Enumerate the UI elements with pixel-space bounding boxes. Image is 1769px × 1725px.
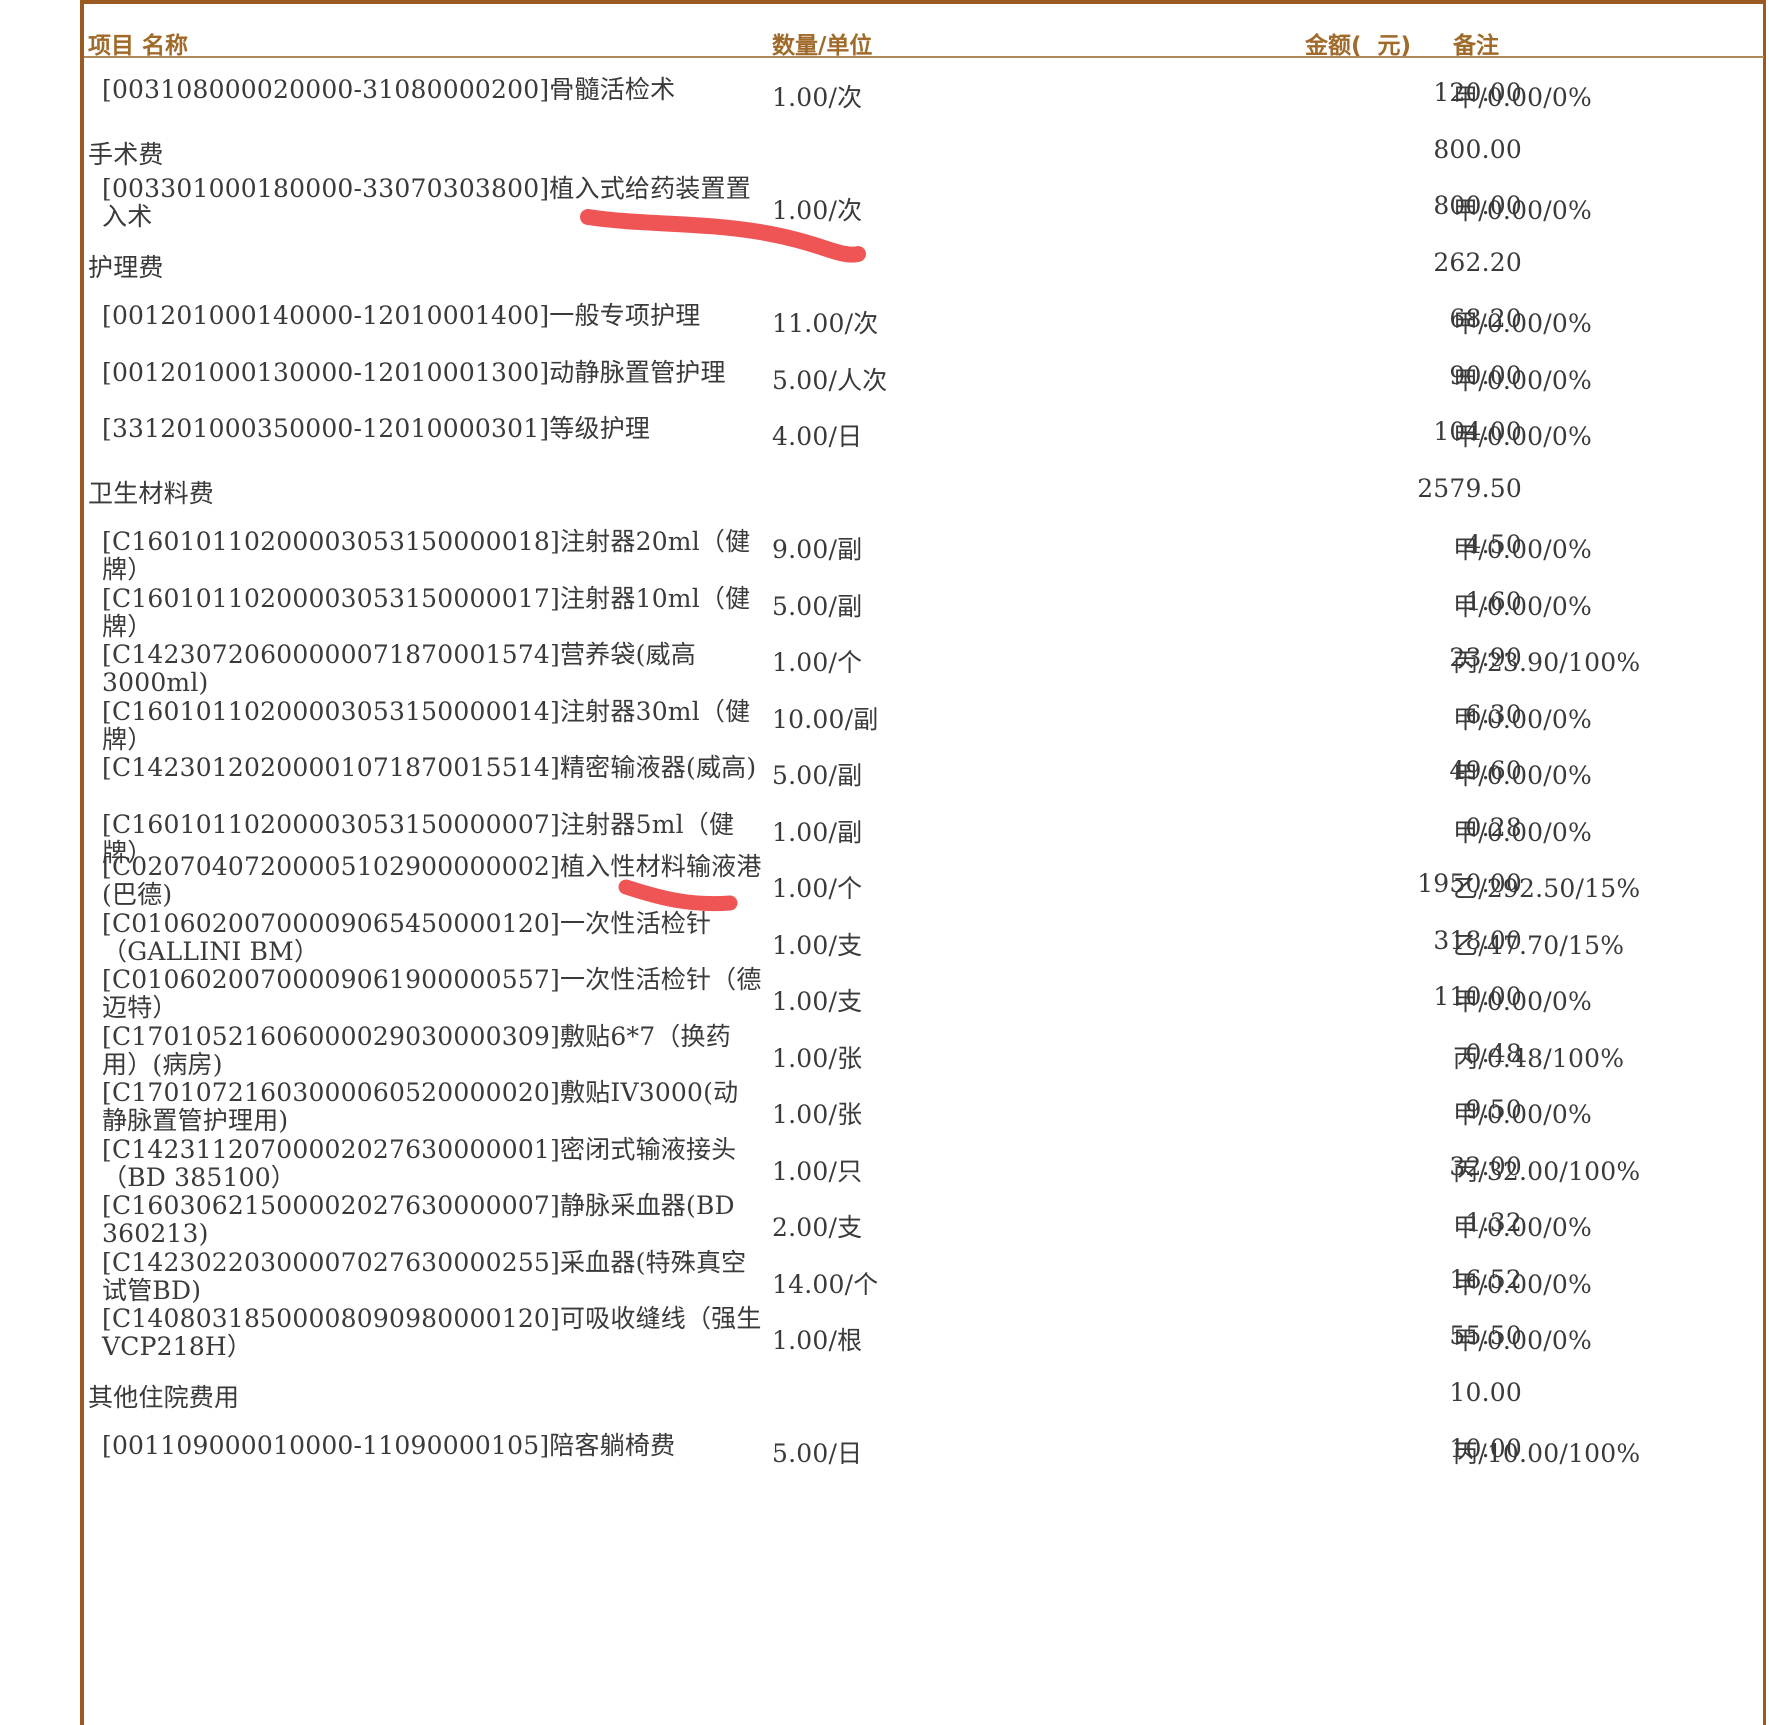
item-amount: 1950.00 [1417,869,1522,898]
item-name: [001201000130000-12010001300]动静脉置管护理 [102,357,726,387]
table-row: [C17010721603000060520000020]敷贴IV3000(动静… [84,1079,1764,1135]
item-quantity: 1.00/副 [772,817,863,847]
item-amount: 1.32 [1465,1208,1522,1237]
category-row: 其他住院费用 10.00 [84,1362,1764,1418]
item-quantity: 1.00/个 [772,648,863,677]
item-amount: 800.00 [1433,191,1522,220]
table-row: [C14231120700002027630000001]密闭式输液接头（BD … [84,1134,1764,1192]
table-row: [C17010521606000029030000309]敷贴6*7（换药用）(… [84,1021,1764,1079]
table-row: [331201000350000-12010000301]等级护理 4.00/日甲… [84,401,1764,457]
item-name: [001201000140000-12010001400]一般专项护理 [102,301,701,330]
item-amount: 104.00 [1433,417,1522,446]
item-amount: 318.00 [1433,925,1522,955]
item-quantity: 1.00/支 [772,987,863,1016]
item-amount: 32.00 [1449,1151,1522,1181]
item-quantity: 5.00/人次 [772,365,888,395]
item-amount: 1.60 [1465,586,1522,616]
table-row: [C16010110200003053150000017]注射器10ml（健牌）… [84,571,1764,640]
item-quantity: 4.00/日 [772,422,863,451]
table-row: [C14230220300007027630000255]采血器(特殊真空试管B… [84,1247,1764,1305]
item-name: [003301000180000-33070303800]植入式给药装置置入术 [102,174,751,231]
item-amount: 0.48 [1465,1038,1522,1068]
item-quantity: 1.00/只 [772,1156,863,1186]
item-name: [C14230220300007027630000255]采血器(特殊真空试管B… [102,1247,747,1305]
item-name: [331201000350000-12010000301]等级护理 [102,414,651,443]
item-amount: 68.20 [1449,304,1522,333]
table-row: [C14080318500008090980000120]可吸收缝线（强生VCP… [84,1305,1764,1361]
table-row: [003301000180000-33070303800]植入式给药装置置入术 1… [84,175,1764,231]
table-row: [C14230120200001071870015514]精密输液器(威高) 5.… [84,740,1764,796]
item-quantity: 5.00/日 [772,1439,863,1468]
item-quantity: 1.00/个 [772,874,863,903]
item-amount: 110.00 [1433,982,1522,1011]
item-amount: 49.60 [1449,756,1522,785]
item-amount: 55.50 [1449,1321,1522,1350]
table-row: [001201000140000-12010001400]一般专项护理 11.00… [84,288,1764,344]
item-quantity: 9.00/副 [772,535,863,564]
item-name: [001109000010000-11090000105]陪客躺椅费 [102,1431,676,1460]
item-quantity: 1.00/次 [772,83,863,112]
item-quantity: 1.00/张 [772,1043,863,1073]
item-amount: 10.00 [1449,1434,1522,1463]
item-amount: 0.28 [1465,812,1522,842]
item-quantity: 14.00/个 [772,1269,879,1299]
item-quantity: 5.00/副 [772,761,863,790]
category-name: 手术费 [88,139,164,169]
table-row: [C16010110200003053150000014]注射器30ml（健牌）… [84,684,1764,753]
item-quantity: 1.00/根 [772,1326,863,1355]
item-amount: 90.00 [1449,360,1522,390]
table-row: [001201000130000-12010001300]动静脉置管护理 5.00… [84,345,1764,401]
category-name: 卫生材料费 [88,478,215,508]
category-row: 卫生材料费 2579.50 [84,458,1764,514]
item-quantity: 1.00/次 [772,196,863,225]
item-name: [C14080318500008090980000120]可吸收缝线（强生VCP… [102,1304,762,1361]
item-name: [C01060200700009065450000120]一次性活检针（GALL… [102,908,712,966]
item-quantity: 11.00/次 [772,309,879,338]
item-quantity: 1.00/支 [772,930,863,960]
table-row: [C16010110200003053150000018]注射器20ml（健牌）… [84,514,1764,584]
item-amount: 6.30 [1465,699,1522,729]
category-row: 护理费 262.20 [84,232,1764,288]
item-name: [C17010521606000029030000309]敷贴6*7（换药用）(… [102,1021,731,1079]
item-name: [C01060200700009061900000557]一次性活检针（德迈特） [102,965,762,1022]
item-name: [C16030621500002027630000007]静脉采血器(BD 36… [102,1191,735,1248]
item-quantity: 1.00/张 [772,1100,863,1129]
item-name: [C14231120700002027630000001]密闭式输液接头（BD … [102,1134,737,1192]
table-row: [C16010110200003053150000007]注射器5ml（健牌） 1… [84,797,1764,866]
category-amount: 800.00 [1433,134,1522,164]
item-amount: 16.52 [1449,1264,1522,1294]
item-amount: 23.90 [1449,643,1522,672]
table-row: [001109000010000-11090000105]陪客躺椅费 5.00/日… [84,1418,1764,1474]
category-amount: 262.20 [1433,247,1522,277]
header-name: 项目 名称 [88,33,189,59]
table-row: [C16030621500002027630000007]静脉采血器(BD 36… [84,1192,1764,1248]
item-amount: 120.00 [1433,78,1522,107]
category-amount: 10.00 [1449,1377,1522,1407]
header-note: 备注 [1453,33,1499,59]
category-name: 其他住院费用 [88,1382,240,1412]
category-amount: 2579.50 [1417,473,1522,503]
item-name: [C14230120200001071870015514]精密输液器(威高) [102,753,757,782]
table-row: [C01060200700009065450000120]一次性活检针（GALL… [84,908,1764,966]
item-name: [003108000020000-31080000200]骨髓活检术 [102,75,676,104]
table-row: [C14230720600000071870001574]营养袋(威高 3000… [84,627,1764,697]
table-row: [003108000020000-31080000200]骨髓活检术 1.00/次… [84,62,1764,118]
item-quantity: 10.00/副 [772,704,879,734]
item-quantity: 2.00/支 [772,1213,863,1242]
header-qty: 数量/单位 [772,33,873,59]
item-amount: 9.50 [1465,1095,1522,1124]
table-row: [C02070407200005102900000002]植入性材料输液港(巴德… [84,853,1764,909]
table-header: 项目 名称 数量/单位 金额( 元) 备注 [84,4,1764,59]
table-row: [C01060200700009061900000557]一次性活检针（德迈特）… [84,966,1764,1022]
category-name: 护理费 [88,252,164,282]
item-name: [C02070407200005102900000002]植入性材料输液港(巴德… [102,852,762,909]
header-amount: 金额( 元) [1305,33,1412,59]
item-amount: 4.50 [1465,530,1522,559]
item-name: [C17010721603000060520000020]敷贴IV3000(动静… [102,1078,739,1135]
category-row: 手术费 800.00 [84,119,1764,175]
item-quantity: 5.00/副 [772,591,863,621]
